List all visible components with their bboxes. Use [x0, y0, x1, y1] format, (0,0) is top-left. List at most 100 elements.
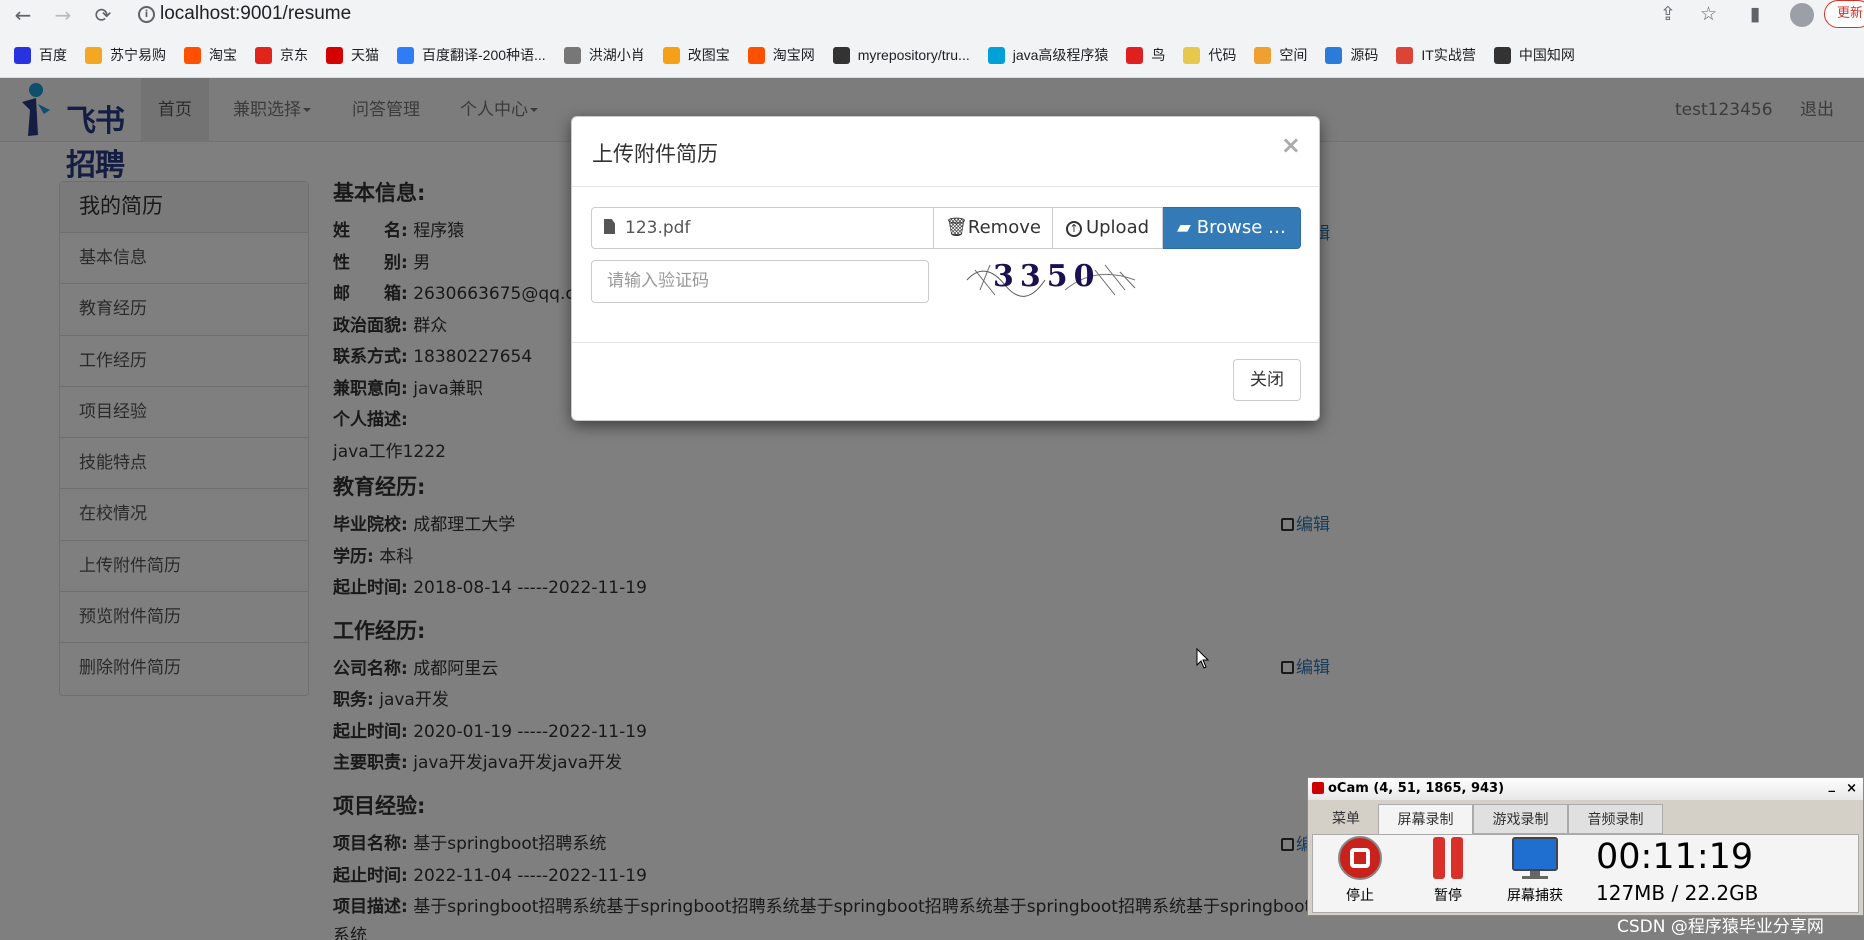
modal-footer: 关闭	[572, 342, 1319, 422]
browse-label: Browse …	[1196, 217, 1287, 238]
captcha-noise: 3350	[966, 259, 1136, 297]
site-info-icon[interactable]: i	[138, 6, 155, 23]
sidepanel-icon[interactable]: ▮	[1750, 3, 1760, 25]
ocam-tab-menu[interactable]: 菜单	[1314, 804, 1378, 834]
back-icon[interactable]: ←	[10, 2, 36, 28]
ocam-title: oCam (4, 51, 1865, 943)	[1328, 781, 1505, 796]
bookmark-star-icon[interactable]: ☆	[1700, 3, 1717, 25]
mouse-cursor-icon	[1196, 648, 1210, 669]
bookmark-label: 代码	[1208, 47, 1237, 63]
file-icon	[604, 219, 615, 234]
bookmark-item[interactable]: 淘宝网	[747, 45, 815, 65]
bird-icon	[563, 46, 581, 64]
ocam-tab-audio[interactable]: 音频录制	[1568, 804, 1663, 834]
bookmark-item[interactable]: 淘宝	[184, 45, 237, 65]
bookmark-item[interactable]: 中国知网	[1493, 45, 1575, 65]
cnki-icon	[1493, 46, 1511, 64]
bookmark-item[interactable]: 洪湖小肖	[563, 45, 645, 65]
browser-chrome: ← → ⟳ i localhost:9001/resume ⇪ ☆ ▮ 更新 百…	[0, 0, 1864, 78]
qzone-icon	[1254, 46, 1272, 64]
url-field[interactable]: localhost:9001/resume	[160, 3, 351, 25]
github-icon	[832, 46, 850, 64]
captcha-input[interactable]: 请输入验证码	[591, 260, 929, 303]
bookmark-item[interactable]: 改图宝	[662, 45, 730, 65]
bookmark-label: IT实战营	[1421, 47, 1476, 63]
ocam-capture-label: 屏幕捕获	[1507, 888, 1563, 904]
bookmark-label: 京东	[280, 47, 308, 63]
ocam-tab-game[interactable]: 游戏录制	[1473, 804, 1568, 834]
bookmark-item[interactable]: 鸟	[1126, 45, 1165, 65]
bookmark-label: 天猫	[351, 47, 379, 63]
file-input-group: 123.pdf 🗑Remove ↑ Upload ▰ Browse …	[591, 207, 1301, 249]
bookmark-label: 空间	[1279, 47, 1308, 63]
share-icon[interactable]: ⇪	[1660, 3, 1676, 25]
ocam-stop-button[interactable]: 停止	[1335, 835, 1385, 905]
bookmark-label: 百度翻译-200种语...	[422, 47, 546, 63]
gaitubao-icon	[662, 46, 680, 64]
bookmark-label: 淘宝	[209, 47, 237, 63]
bookmark-label: 淘宝网	[772, 47, 815, 63]
bookmark-item[interactable]: IT实战营	[1396, 45, 1476, 65]
file-name: 123.pdf	[625, 218, 691, 238]
bookmark-item[interactable]: 天猫	[326, 45, 379, 65]
bookmark-item[interactable]: 代码	[1183, 45, 1236, 65]
bookmark-item[interactable]: 空间	[1254, 45, 1307, 65]
remove-button[interactable]: 🗑Remove	[934, 207, 1053, 249]
bookmark-label: 苏宁易购	[110, 47, 166, 63]
bookmark-label: 中国知网	[1518, 47, 1575, 63]
profile-avatar[interactable]	[1790, 3, 1814, 27]
bookmark-label: 鸟	[1151, 47, 1166, 63]
ocam-stop-label: 停止	[1346, 888, 1374, 904]
upload-resume-modal: 上传附件简历 × 123.pdf 🗑Remove ↑ Upload ▰ Browse…	[571, 116, 1320, 421]
bookmark-item[interactable]: myrepository/tru...	[832, 46, 970, 64]
browse-button[interactable]: ▰ Browse …	[1163, 207, 1301, 249]
address-bar-row: ← → ⟳ i localhost:9001/resume ⇪ ☆ ▮ 更新	[0, 0, 1864, 30]
trash-icon: 🗑	[945, 217, 968, 238]
bookmark-label: java高级程序猿	[1012, 47, 1109, 63]
ocam-controls: 停止 暂停 屏幕捕获 00:11:19 127MB / 22.2GB	[1312, 834, 1859, 913]
bookmark-label: 洪湖小肖	[588, 47, 645, 63]
baidu-icon	[14, 46, 31, 64]
stop-icon	[1338, 836, 1382, 880]
ocam-pause-label: 暂停	[1434, 888, 1462, 904]
file-caption[interactable]: 123.pdf	[591, 207, 934, 249]
update-button[interactable]: 更新	[1824, 0, 1864, 28]
upload-label: Upload	[1085, 217, 1150, 238]
ocam-capture-button[interactable]: 屏幕捕获	[1495, 835, 1575, 905]
modal-close-icon[interactable]: ×	[1281, 131, 1301, 159]
ocam-tab-screen[interactable]: 屏幕录制	[1378, 804, 1473, 834]
ocam-pause-button[interactable]: 暂停	[1423, 835, 1473, 905]
ocam-close-icon[interactable]: ×	[1846, 778, 1857, 800]
fish-icon	[1325, 46, 1343, 64]
forward-icon[interactable]: →	[50, 2, 76, 28]
ocam-minimize-icon[interactable]: _	[1829, 775, 1836, 797]
jd-icon	[255, 46, 272, 64]
ocam-window: oCam (4, 51, 1865, 943) _ × 菜单 屏幕录制 游戏录制…	[1307, 777, 1864, 916]
bookmark-item[interactable]: 京东	[255, 45, 308, 65]
red-bird-icon	[1126, 46, 1144, 64]
ocam-timer: 00:11:19	[1596, 837, 1754, 877]
ocam-size: 127MB / 22.2GB	[1596, 881, 1759, 905]
taobao-icon	[184, 46, 201, 64]
chrome-icon	[1396, 46, 1414, 64]
upload-button[interactable]: ↑ Upload	[1053, 207, 1163, 249]
tmall-icon	[326, 46, 343, 64]
bookmark-label: 改图宝	[687, 47, 730, 63]
bookmark-item[interactable]: 百度翻译-200种语...	[397, 45, 546, 65]
bookmark-item[interactable]: java高级程序猿	[987, 45, 1109, 65]
ocam-app-icon	[1312, 782, 1324, 794]
baidu-translate-icon	[397, 46, 414, 64]
captcha-text: 3350	[993, 259, 1101, 294]
bookmark-item[interactable]: 百度	[14, 45, 67, 65]
ocam-titlebar[interactable]: oCam (4, 51, 1865, 943) _ ×	[1308, 778, 1863, 800]
bookmarks-bar: 百度 苏宁易购 淘宝 京东 天猫 百度翻译-200种语... 洪湖小肖 改图宝 淘宝网 myrep…	[0, 38, 1864, 72]
captcha-image[interactable]: 3350	[965, 250, 1143, 302]
reload-icon[interactable]: ⟳	[90, 2, 116, 28]
pause-icon	[1433, 837, 1463, 879]
bookmark-label: myrepository/tru...	[857, 47, 970, 63]
bookmark-label: 源码	[1350, 47, 1379, 63]
bookmark-item[interactable]: 源码	[1325, 45, 1378, 65]
close-button[interactable]: 关闭	[1233, 359, 1301, 401]
bookmark-item[interactable]: 苏宁易购	[85, 45, 166, 65]
modal-header: 上传附件简历 ×	[572, 117, 1319, 187]
